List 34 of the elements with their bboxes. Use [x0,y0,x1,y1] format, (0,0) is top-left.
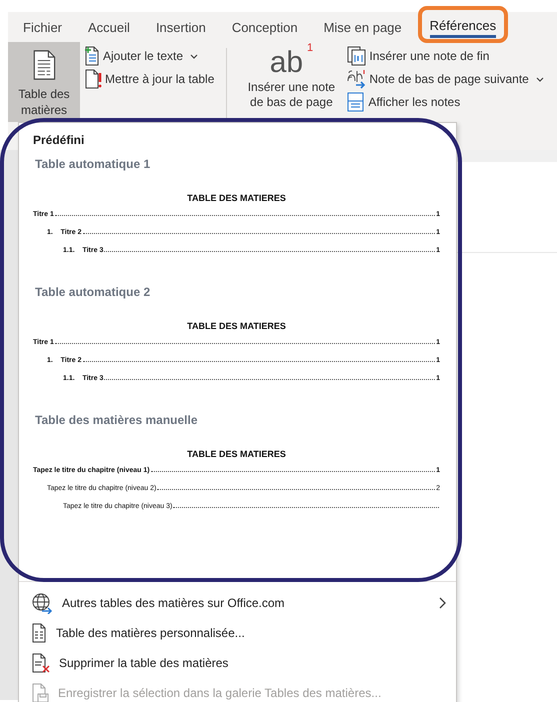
document-delete-icon [31,653,50,673]
next-footnote-icon [347,69,366,89]
menu-item[interactable]: Supprimer la table des matières [19,648,456,678]
table-of-contents-button[interactable]: Table des matières [8,42,80,122]
document-save-icon [31,683,49,702]
ribbon-tab[interactable]: Insertion [156,14,206,40]
ribbon-command[interactable]: Afficher les notes [347,92,544,112]
ribbon-tab[interactable]: Mise en page [324,14,402,40]
menu-item[interactable]: Table des matières personnalisée... [19,618,456,648]
globe-icon [31,592,53,614]
ribbon-command[interactable]: Mettre à jour la table [84,69,214,89]
menu-item[interactable]: Autres tables des matières sur Office.com [19,588,456,618]
ribbon-tab[interactable]: Fichier [23,14,62,40]
gallery-section-title: Table des matières manuelle [35,413,199,427]
notes-icon [347,92,366,112]
ribbon-tab[interactable]: Accueil [88,14,130,40]
ribbon-tab[interactable]: Conception [232,14,298,40]
preview-heading: TABLE DES MATIERES [186,449,287,459]
menu-header: Prédéfini [33,133,86,147]
gallery-section-title: Table automatique 1 [35,157,152,171]
ribbon-tab[interactable]: Références [430,12,496,38]
chevron-right-icon [439,597,446,609]
document-list-icon [31,623,47,643]
endnote-icon [347,46,366,66]
preview-heading: TABLE DES MATIERES [186,321,287,331]
ribbon-command[interactable]: Note de bas de page suivante [347,69,544,89]
ribbon-command[interactable]: Ajouter le texte [84,46,214,66]
caret-icon [190,54,198,58]
gallery-section-title: Table automatique 2 [35,285,152,299]
document-exclamation-icon [84,69,102,89]
caret-icon [536,76,544,82]
document-plus-icon [84,46,100,66]
preview-heading: TABLE DES MATIERES [186,193,287,203]
ribbon-command[interactable]: Insérer une note de fin [347,46,544,66]
